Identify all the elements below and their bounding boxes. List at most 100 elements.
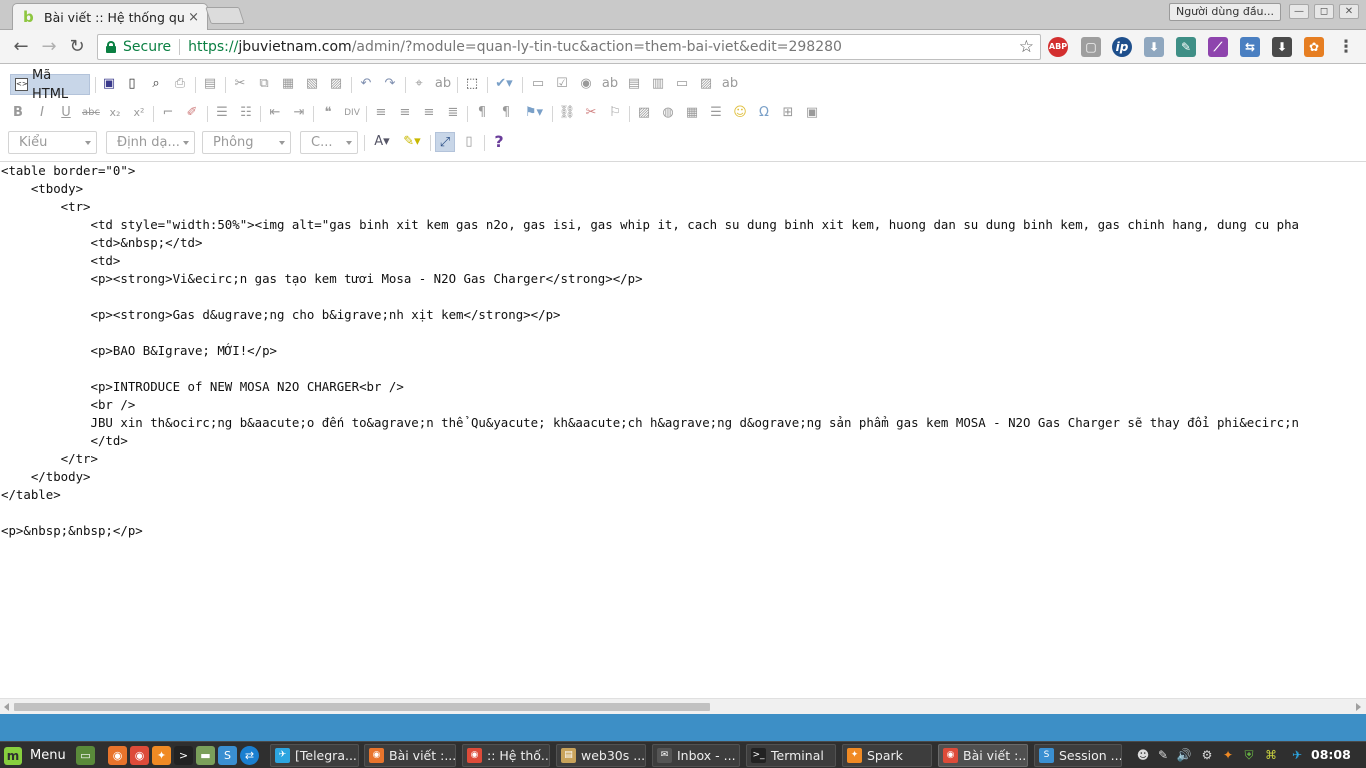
files-launcher-icon[interactable]: ▬	[196, 746, 215, 765]
paste-icon[interactable]: ▦	[278, 74, 298, 94]
feather-icon[interactable]: ⟋	[1208, 37, 1228, 57]
copy-icon[interactable]: ⧉	[254, 74, 274, 94]
show-desktop-icon[interactable]: ▭	[76, 746, 95, 765]
scroll-right-arrow-icon[interactable]	[1356, 703, 1361, 711]
page-break-icon[interactable]: ⊞	[778, 103, 798, 123]
rtl-icon[interactable]: ¶	[496, 103, 516, 123]
taskbar-window-button[interactable]: ▤ web30s ...	[556, 744, 646, 767]
pen-tray-icon[interactable]: ✎	[1155, 747, 1171, 763]
volume-icon[interactable]: 🔊	[1176, 747, 1192, 763]
indent-icon[interactable]: ⇥	[289, 103, 309, 123]
bold-icon[interactable]: B	[8, 103, 28, 123]
help-icon[interactable]: ?	[489, 132, 509, 152]
image-icon[interactable]: ▨	[634, 103, 654, 123]
remove-format-icon[interactable]: ✐	[182, 103, 202, 123]
terminal-launcher-icon[interactable]: >	[174, 746, 193, 765]
tab-close-icon[interactable]: ×	[188, 10, 199, 25]
redo-icon[interactable]: ↷	[380, 74, 400, 94]
font-combo[interactable]: Phông	[202, 131, 291, 154]
templates-icon[interactable]: ▤	[200, 74, 220, 94]
telegram-tray-icon[interactable]: ✈	[1289, 747, 1305, 763]
minimize-button[interactable]: —	[1289, 4, 1309, 19]
table-icon[interactable]: ▦	[682, 103, 702, 123]
language-icon[interactable]: ⚑▾	[524, 103, 544, 123]
html-source-code[interactable]: <table border="0"> <tbody> <tr> <td styl…	[1, 162, 1299, 540]
link-icon[interactable]: ⛓	[557, 103, 577, 123]
anchor-flag-icon[interactable]: ⚐	[605, 103, 625, 123]
hidden-field-icon[interactable]: ab	[720, 74, 740, 94]
align-right-icon[interactable]: ≡	[419, 103, 439, 123]
taskbar-window-button[interactable]: >_ Terminal	[746, 744, 836, 767]
button-field-icon[interactable]: ▭	[672, 74, 692, 94]
colorful-extension-icon[interactable]: ✿	[1304, 37, 1324, 57]
radio-icon[interactable]: ◉	[576, 74, 596, 94]
chrome-launcher-icon[interactable]: ◉	[130, 746, 149, 765]
checkbox-icon[interactable]: ☑	[552, 74, 572, 94]
reload-icon[interactable]: ↻	[66, 36, 88, 58]
adblock-plus-icon[interactable]: ABP	[1048, 37, 1068, 57]
horizontal-rule-icon[interactable]: ☰	[706, 103, 726, 123]
numbered-list-icon[interactable]: ☰	[212, 103, 232, 123]
maximize-button[interactable]: ◻	[1314, 4, 1334, 19]
scroll-left-arrow-icon[interactable]	[4, 703, 9, 711]
textfield-icon[interactable]: ab	[600, 74, 620, 94]
flash-icon[interactable]: ◍	[658, 103, 678, 123]
spark-launcher-icon[interactable]: ✦	[152, 746, 171, 765]
scrollbar-thumb[interactable]	[14, 703, 710, 711]
save-icon[interactable]: ▣	[99, 74, 119, 94]
maximize-icon[interactable]: ⤢	[435, 132, 455, 152]
taskbar-window-button[interactable]: ◉ Bài viết :...	[938, 744, 1028, 767]
session-launcher-icon[interactable]: S	[218, 746, 237, 765]
italic-icon[interactable]: I	[32, 103, 52, 123]
replace-icon[interactable]: ab	[433, 74, 453, 94]
spellcheck-icon[interactable]: ✔▾	[494, 74, 514, 94]
taskbar-window-button[interactable]: ◉ Bài viết :...	[364, 744, 456, 767]
save-down-icon[interactable]: ⬇	[1272, 37, 1292, 57]
preview-icon[interactable]: ⌕	[146, 74, 166, 94]
unlink-icon[interactable]: ✂	[581, 103, 601, 123]
taskbar-window-button[interactable]: ✈ [Telegra...	[270, 744, 359, 767]
firefox-launcher-icon[interactable]: ◉	[108, 746, 127, 765]
horizontal-scrollbar[interactable]	[0, 698, 1366, 714]
undo-icon[interactable]: ↶	[356, 74, 376, 94]
cut-icon[interactable]: ✂	[230, 74, 250, 94]
flame-tray-icon[interactable]: ✦	[1220, 747, 1236, 763]
size-combo[interactable]: C...	[300, 131, 358, 154]
align-center-icon[interactable]: ≡	[395, 103, 415, 123]
superscript-icon[interactable]: x²	[129, 103, 149, 123]
background-color-icon[interactable]: ✎▾	[399, 132, 425, 152]
ip-icon[interactable]: ip	[1112, 37, 1132, 57]
find-icon[interactable]: ⌖	[409, 74, 429, 94]
eyedropper-icon[interactable]: ✎	[1176, 37, 1196, 57]
network-icon[interactable]: ⌘	[1263, 747, 1279, 763]
profile-button[interactable]: Người dùng đầu...	[1169, 3, 1281, 21]
translate-icon[interactable]: ⇆	[1240, 37, 1260, 57]
ltr-icon[interactable]: ¶	[472, 103, 492, 123]
tab-active[interactable]: b Bài viết :: Hệ thống quản ×	[12, 3, 208, 30]
paste-text-icon[interactable]: ▧	[302, 74, 322, 94]
start-menu-button[interactable]: m Menu	[4, 745, 66, 766]
align-left-icon[interactable]: ≡	[371, 103, 391, 123]
new-page-icon[interactable]: ▯	[122, 74, 142, 94]
taskbar-window-button[interactable]: ✦ Spark	[842, 744, 932, 767]
copy-format-icon[interactable]: ⌐	[158, 103, 178, 123]
teamviewer-launcher-icon[interactable]: ⇄	[240, 746, 259, 765]
print-icon[interactable]: ⎙	[170, 74, 190, 94]
page-extension-icon[interactable]: ▢	[1081, 37, 1101, 57]
select-all-icon[interactable]: ⬚	[462, 74, 482, 94]
url-text[interactable]: https://jbuvietnam.com/admin/?module=qua…	[188, 39, 842, 55]
taskbar-window-button[interactable]: S Session ...	[1034, 744, 1122, 767]
back-arrow-icon[interactable]: ←	[10, 36, 32, 58]
align-justify-icon[interactable]: ≣	[443, 103, 463, 123]
steam-tray-icon[interactable]: ⚙	[1199, 747, 1215, 763]
address-bar[interactable]: Secure https://jbuvietnam.com/admin/?mod…	[97, 34, 1041, 60]
source-mode-button[interactable]: <> Mã HTML	[10, 68, 90, 102]
shield-icon[interactable]: ⛨	[1241, 747, 1257, 763]
taskbar-window-button[interactable]: ◉:: Hệ thố...	[462, 744, 550, 767]
select-field-icon[interactable]: ▥	[648, 74, 668, 94]
user-tray-icon[interactable]: ☻	[1135, 747, 1151, 763]
iframe-icon[interactable]: ▣	[802, 103, 822, 123]
new-tab-button[interactable]	[205, 7, 245, 24]
strikethrough-icon[interactable]: abc	[81, 103, 101, 123]
form-icon[interactable]: ▭	[528, 74, 548, 94]
